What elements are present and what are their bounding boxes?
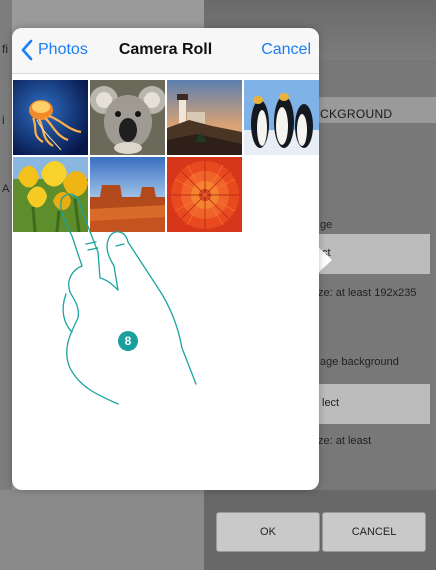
navigation-bar: Photos Camera Roll Cancel (12, 28, 319, 74)
field-hint: ze: at least (318, 435, 372, 447)
field-hint: ze: at least 192x235 (318, 287, 417, 299)
step-number-badge: 8 (118, 331, 138, 351)
photo-thumbnail-koala[interactable] (90, 80, 165, 155)
photo-thumbnail-desert[interactable] (90, 157, 165, 232)
photo-thumbnail-jellyfish[interactable] (13, 80, 88, 155)
field-label: age background (320, 356, 399, 368)
background-left-text: i (2, 113, 5, 127)
background-left-text: fi (2, 42, 8, 56)
section-title: CKGROUND (320, 107, 393, 121)
select-button[interactable]: ct (318, 234, 430, 274)
ok-button[interactable]: OK (216, 512, 320, 552)
photo-picker-popover: Photos Camera Roll Cancel (12, 28, 319, 490)
photo-thumbnail-chrysanthemum[interactable] (167, 157, 242, 232)
photo-thumbnail-tulips[interactable] (13, 157, 88, 232)
background-left-strip (0, 0, 12, 570)
field-label: ge (320, 219, 333, 231)
cancel-link[interactable]: Cancel (261, 41, 311, 59)
select-button-label: lect (322, 397, 340, 409)
background-bottom-left (0, 490, 204, 570)
background-left-text: A (2, 183, 10, 195)
select-button[interactable]: lect (318, 384, 430, 424)
cancel-button[interactable]: CANCEL (322, 512, 426, 552)
popover-arrow (318, 247, 332, 273)
photo-thumbnail-lighthouse[interactable] (167, 80, 242, 155)
photo-thumbnail-penguins[interactable] (244, 80, 319, 155)
